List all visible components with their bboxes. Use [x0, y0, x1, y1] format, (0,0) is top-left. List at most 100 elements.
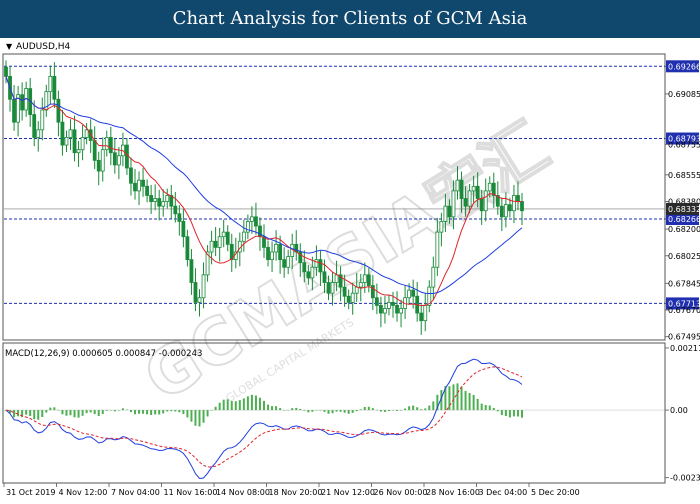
candle-body: [499, 205, 504, 218]
macd-histogram-bar: [303, 410, 306, 411]
macd-histogram-bar: [146, 410, 149, 415]
candle-body: [358, 282, 363, 288]
x-tick-label: 11 Nov 16:00: [164, 488, 218, 497]
candle-body: [302, 262, 307, 273]
macd-histogram-bar: [57, 409, 60, 411]
candle-body: [116, 155, 121, 166]
candle-body: [125, 144, 129, 169]
y-tick-label: 0.68555: [668, 171, 700, 180]
macd-histogram-bar: [93, 410, 96, 415]
macd-histogram-bar: [258, 397, 261, 411]
macd-histogram-bar: [279, 408, 282, 411]
macd-histogram-bar: [49, 407, 52, 411]
candle-body: [241, 231, 246, 242]
macd-histogram-bar: [77, 410, 80, 418]
macd-histogram-bar: [504, 410, 507, 417]
macd-histogram-bar: [89, 410, 92, 413]
macd-histogram-bar: [129, 410, 132, 413]
candle-body: [76, 149, 81, 154]
candle-body: [254, 216, 258, 227]
macd-histogram-bar: [392, 410, 394, 411]
macd-histogram-bar: [109, 410, 112, 411]
candle-body: [72, 129, 77, 154]
macd-histogram-bar: [267, 404, 270, 411]
macd-histogram-bar: [323, 410, 326, 412]
macd-histogram-bar: [194, 410, 197, 426]
macd-histogram-bar: [472, 394, 475, 411]
macd-histogram-bar: [150, 410, 153, 415]
macd-histogram-bar: [287, 409, 290, 411]
macd-histogram-bar: [448, 386, 451, 411]
chart-canvas: GCMASIA宏汇 GLOBAL CAPITAL MARKETS 0.69266…: [2, 42, 700, 497]
candle-body: [149, 195, 154, 202]
macd-histogram-bar: [295, 407, 298, 411]
macd-histogram-bar: [162, 410, 165, 414]
macd-histogram-bar: [468, 393, 471, 411]
x-tick-label: 31 Oct 2019: [6, 488, 55, 497]
candle-body: [197, 297, 202, 303]
candle-body: [213, 240, 218, 248]
macd-histogram-bar: [226, 399, 229, 411]
macd-histogram-bar: [396, 410, 399, 411]
candle-body: [181, 221, 186, 238]
candle-body: [407, 289, 412, 299]
macd-histogram-bar: [456, 383, 459, 411]
macd-histogram-bar: [206, 410, 209, 417]
macd-histogram-bar: [508, 410, 511, 418]
candle-body: [48, 75, 53, 93]
macd-histogram-bar: [343, 410, 346, 413]
candle-body: [362, 274, 367, 283]
macd-histogram-bar: [37, 410, 40, 420]
macd-histogram-bar: [488, 405, 491, 411]
candle-body: [512, 195, 516, 212]
macd-histogram-bar: [424, 408, 427, 411]
macd-histogram-bar: [387, 410, 390, 411]
candle-body: [153, 198, 158, 202]
macd-histogram-bar: [45, 410, 48, 413]
macd-histogram-bar: [81, 410, 84, 416]
candle-body: [516, 195, 520, 202]
candle-body: [141, 179, 145, 187]
x-tick-label: 4 Nov 12:00: [59, 488, 108, 497]
macd-histogram-bar: [500, 410, 503, 416]
candle-body: [161, 201, 166, 207]
x-tick-label: 5 Dec 20:00: [531, 488, 580, 497]
chart-frame: GCMASIA宏汇 GLOBAL CAPITAL MARKETS 0.69266…: [0, 38, 700, 500]
macd-histogram-bar: [174, 410, 177, 412]
macd-histogram-bar: [271, 406, 274, 411]
y-tick-label: 0.67845: [668, 279, 700, 288]
candle-body: [431, 266, 436, 288]
candle-body: [487, 182, 492, 192]
candle-body: [40, 109, 45, 131]
macd-histogram-bar: [367, 406, 370, 411]
x-tick-label: 21 Nov 12:00: [321, 488, 375, 497]
candle-body: [112, 152, 117, 166]
candle-body: [483, 190, 488, 212]
macd-histogram-bar: [512, 410, 515, 417]
candle-body: [451, 190, 456, 218]
macd-histogram-bar: [484, 404, 487, 411]
y-tick-label: 0.67495: [668, 333, 700, 342]
candle-body: [354, 286, 359, 294]
candle-body: [250, 216, 254, 222]
candle-body: [80, 137, 85, 151]
macd-histogram-bar: [283, 410, 286, 411]
candle-body: [84, 129, 89, 138]
x-tick-label: 7 Nov 04:00: [111, 488, 160, 497]
x-tick-label: 26 Nov 00:00: [374, 488, 428, 497]
candle-body: [387, 301, 391, 309]
macd-histogram-bar: [125, 409, 128, 411]
macd-histogram-bar: [17, 410, 20, 417]
macd-histogram-bar: [400, 410, 403, 411]
macd-histogram-bar: [142, 410, 145, 414]
macd-histogram-bar: [158, 410, 161, 415]
candle-body: [270, 251, 274, 261]
candle-body: [60, 121, 65, 146]
macd-histogram-bar: [134, 410, 136, 415]
macd-histogram-bar: [238, 400, 241, 411]
macd-histogram-bar: [404, 408, 407, 411]
macd-histogram-bar: [521, 410, 523, 418]
chart-symbol-label: AUDUSD,H4: [16, 42, 71, 52]
macd-histogram-bar: [464, 390, 467, 411]
macd-histogram-bar: [234, 401, 237, 411]
